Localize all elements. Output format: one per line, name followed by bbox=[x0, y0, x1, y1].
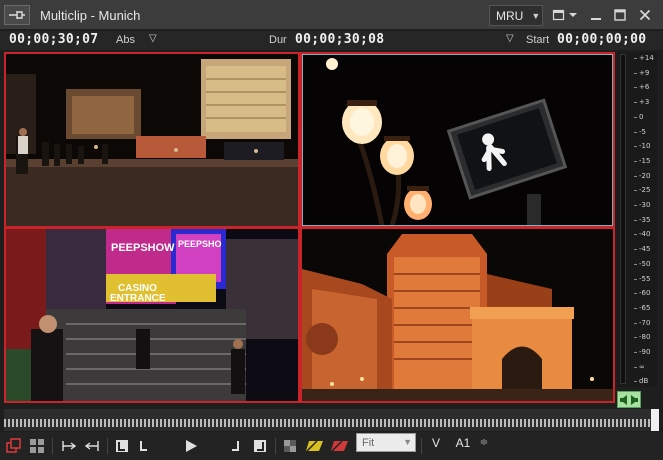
play-icon bbox=[186, 440, 197, 452]
mark-in-icon bbox=[116, 440, 128, 452]
mru-label: MRU bbox=[496, 8, 524, 23]
start-dropdown-icon[interactable]: ▽ bbox=[506, 33, 514, 44]
grid-view-icon bbox=[30, 439, 44, 453]
in-point-icon bbox=[140, 441, 147, 451]
meter-scale-label: -40 bbox=[633, 230, 651, 239]
meter-scale-label: -20 bbox=[633, 171, 651, 180]
meter-scale-label: -70 bbox=[633, 318, 651, 327]
window-menu-icon bbox=[552, 9, 577, 21]
position-mode-label: Abs bbox=[116, 34, 135, 46]
angle-4-preview[interactable] bbox=[302, 229, 613, 401]
audio-level-bar bbox=[620, 54, 626, 384]
scrub-ticks bbox=[4, 419, 652, 427]
mark-out-icon bbox=[254, 440, 266, 452]
mark-out-button[interactable] bbox=[251, 436, 269, 456]
meter-scale-label: +6 bbox=[633, 83, 650, 92]
meter-scale-label: -45 bbox=[633, 245, 651, 254]
scrub-timeline[interactable] bbox=[4, 409, 652, 431]
toolbar-separator bbox=[107, 438, 108, 454]
meter-scale-label: ∞ bbox=[634, 362, 645, 371]
audio-monitor-button[interactable] bbox=[617, 391, 641, 408]
toolbar-separator bbox=[52, 438, 53, 454]
maximize-icon bbox=[614, 9, 626, 21]
meter-scale-label: -5 bbox=[634, 127, 646, 136]
pin-icon[interactable] bbox=[4, 5, 30, 25]
mru-dropdown[interactable]: MRU ▼ bbox=[489, 5, 543, 26]
zoom-fit-value: Fit bbox=[362, 436, 375, 449]
close-icon bbox=[639, 9, 651, 21]
meter-scale-label: -60 bbox=[633, 289, 651, 298]
safe-area-button[interactable] bbox=[281, 436, 299, 456]
duration-label: Dur bbox=[269, 34, 287, 46]
multiclip-grid: PEEPSHOW PEEPSHO CASINO ENTRANCE bbox=[4, 52, 615, 403]
window-menu-button[interactable] bbox=[550, 6, 580, 24]
meter-scale-label: -90 bbox=[633, 348, 651, 356]
chevron-down-icon: ▼ bbox=[531, 10, 541, 21]
start-timecode[interactable]: 00;00;00;00 bbox=[557, 32, 646, 47]
meter-scale-label: -10 bbox=[633, 142, 651, 151]
window-title: Multiclip - Munich bbox=[40, 8, 141, 23]
multicam-view-button[interactable] bbox=[5, 436, 23, 456]
go-to-in-icon bbox=[62, 441, 77, 451]
chevron-down-icon: ▼ bbox=[403, 437, 412, 447]
grid-view-button[interactable] bbox=[28, 436, 46, 456]
mark-in-point-button[interactable] bbox=[137, 436, 151, 456]
position-mode-dropdown-icon[interactable]: ▽ bbox=[149, 33, 157, 44]
meter-scale-label: dB bbox=[633, 377, 649, 386]
safe-area-icon bbox=[284, 440, 296, 452]
meter-scale-label: -65 bbox=[633, 303, 651, 312]
overlay-yellow-icon bbox=[306, 440, 323, 452]
meter-scale-label: -25 bbox=[633, 186, 651, 195]
transport-toolbar bbox=[0, 432, 663, 460]
speaker-icon bbox=[620, 394, 638, 405]
mark-in-button[interactable] bbox=[113, 436, 131, 456]
audio-level-meter bbox=[617, 52, 657, 387]
meter-scale-label: -80 bbox=[633, 333, 651, 342]
angle-3-preview[interactable]: PEEPSHOW PEEPSHO CASINO ENTRANCE bbox=[6, 229, 298, 401]
go-to-out-icon bbox=[84, 441, 99, 451]
meter-scale-label: +3 bbox=[633, 98, 650, 107]
meter-scale-label: -55 bbox=[633, 274, 651, 283]
track-dropdown-icon[interactable]: ≑ bbox=[477, 433, 491, 452]
maximize-button[interactable] bbox=[612, 6, 628, 24]
meter-scale-label: 0 bbox=[633, 112, 644, 121]
meter-scale-label: +14 bbox=[634, 54, 654, 62]
timecode-bar: 00;00;30;07 Abs ▽ Dur 00;00;30;08 ▽ Star… bbox=[0, 31, 663, 50]
zoom-fit-select[interactable]: Fit ▼ bbox=[356, 433, 416, 452]
overlay-red-button[interactable] bbox=[329, 436, 351, 456]
video-track-button[interactable]: V bbox=[426, 433, 446, 452]
peepshow-sign-2: PEEPSHO bbox=[178, 239, 222, 249]
angle-2-preview[interactable] bbox=[302, 54, 613, 226]
position-timecode[interactable]: 00;00;30;07 bbox=[9, 32, 98, 47]
go-to-out-button[interactable] bbox=[82, 436, 102, 456]
toolbar-separator bbox=[421, 438, 422, 454]
scrollbar-stub[interactable] bbox=[651, 409, 659, 431]
play-button[interactable] bbox=[181, 436, 201, 456]
title-bar: Multiclip - Munich MRU ▼ bbox=[0, 0, 663, 30]
meter-scale-label: -15 bbox=[633, 156, 651, 165]
entrance-sign: ENTRANCE bbox=[110, 293, 166, 304]
meter-scale-label: -50 bbox=[633, 259, 651, 268]
peepshow-sign: PEEPSHOW bbox=[111, 242, 175, 254]
start-label: Start bbox=[526, 34, 550, 46]
overlay-yellow-button[interactable] bbox=[304, 436, 326, 456]
mark-out-point-button[interactable] bbox=[228, 436, 242, 456]
close-button[interactable] bbox=[637, 6, 653, 24]
meter-scale-label: -35 bbox=[633, 215, 651, 224]
out-point-icon bbox=[232, 441, 239, 451]
duration-timecode[interactable]: 00;00;30;08 bbox=[295, 32, 384, 47]
audio-track-button[interactable]: A1 bbox=[451, 433, 475, 452]
multicam-view-icon bbox=[6, 438, 21, 453]
toolbar-separator bbox=[275, 438, 276, 454]
go-to-in-button[interactable] bbox=[59, 436, 79, 456]
angle-1-preview[interactable] bbox=[6, 54, 298, 226]
meter-scale-label: -30 bbox=[633, 201, 651, 209]
meter-scale-label: +9 bbox=[633, 68, 650, 77]
minimize-icon bbox=[591, 18, 601, 20]
minimize-button[interactable] bbox=[588, 6, 604, 24]
overlay-red-icon bbox=[331, 440, 348, 452]
